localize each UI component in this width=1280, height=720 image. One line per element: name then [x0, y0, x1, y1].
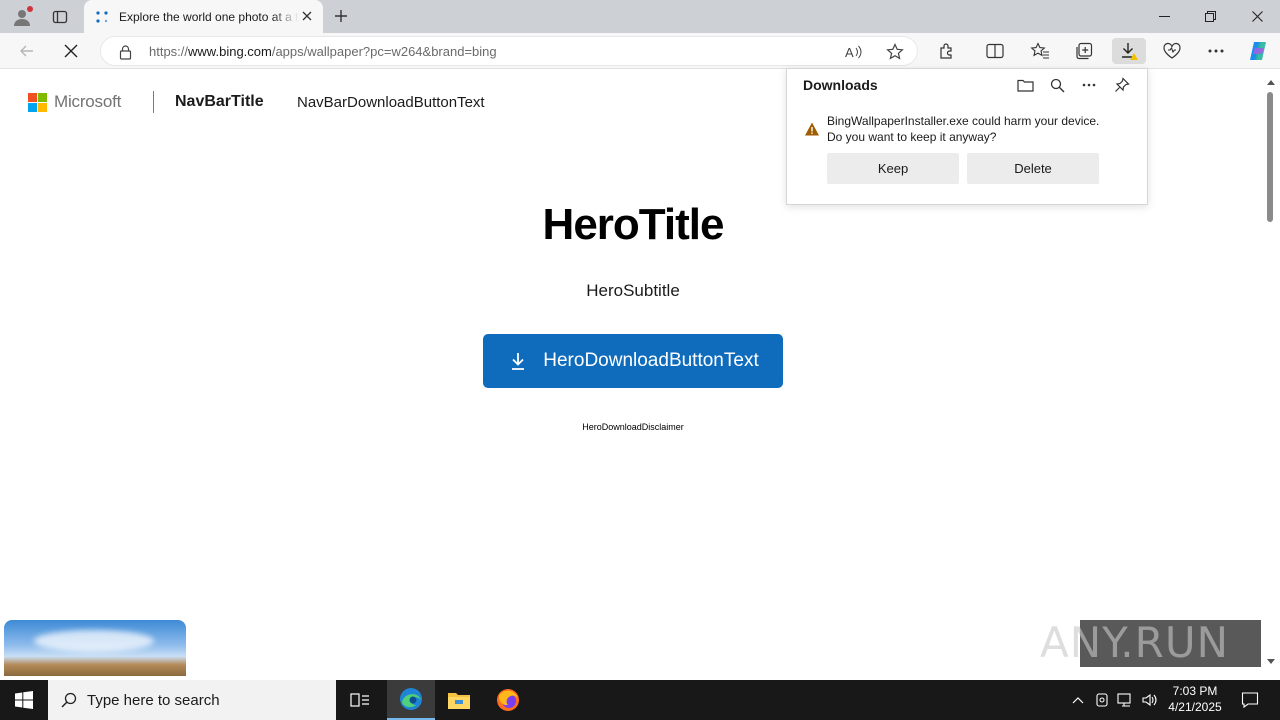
notification-dot	[27, 6, 33, 12]
open-folder-icon[interactable]	[1014, 74, 1036, 96]
show-hidden-icons-icon[interactable]	[1068, 690, 1088, 710]
url-host: www.bing.com	[188, 44, 272, 59]
stop-loading-icon[interactable]	[58, 39, 84, 63]
microsoft-logo-icon	[28, 92, 47, 112]
search-icon	[60, 691, 78, 709]
tab-actions-icon[interactable]	[46, 5, 74, 29]
favorites-icon[interactable]	[1025, 38, 1055, 64]
close-window-icon[interactable]	[1234, 0, 1280, 33]
tab-strip: Explore the world one photo at a time	[0, 0, 1280, 33]
download-warning-message: BingWallpaperInstaller.exe could harm yo…	[827, 113, 1127, 145]
nav-title[interactable]: NavBarTitle	[175, 93, 264, 111]
search-downloads-icon[interactable]	[1046, 74, 1068, 96]
network-icon[interactable]	[1116, 690, 1136, 710]
device-icon[interactable]	[1092, 690, 1112, 710]
keep-button[interactable]: Keep	[827, 153, 959, 184]
windows-logo-icon	[15, 691, 33, 709]
copilot-icon[interactable]	[1243, 38, 1273, 64]
volume-icon[interactable]	[1140, 690, 1160, 710]
new-tab-icon[interactable]	[330, 5, 352, 27]
split-screen-icon[interactable]	[980, 38, 1010, 64]
edge-taskbar-icon[interactable]	[387, 680, 435, 720]
collections-icon[interactable]	[1069, 38, 1099, 64]
firefox-icon[interactable]	[484, 680, 532, 720]
search-placeholder: Type here to search	[87, 691, 220, 709]
svg-text:A: A	[845, 45, 854, 60]
url-prefix: https://	[149, 44, 189, 59]
browser-essentials-icon[interactable]	[1157, 38, 1187, 64]
loading-icon	[94, 9, 110, 25]
url-path: /apps/wallpaper?pc=w264&brand=bing	[271, 44, 497, 59]
scrollbar-thumb[interactable]	[1267, 92, 1273, 222]
extensions-icon[interactable]	[932, 38, 962, 64]
url-text[interactable]: https://www.bing.com/apps/wallpaper?pc=w…	[149, 44, 497, 59]
hero-title: HeroTitle	[542, 200, 725, 249]
downloads-icon[interactable]	[1112, 38, 1146, 64]
tab-title: Explore the world one photo at a time	[119, 9, 299, 24]
downloads-panel: Downloads BingWallpaperInstaller.exe cou…	[786, 68, 1148, 205]
pin-icon[interactable]	[1111, 74, 1133, 96]
taskbar: Type here to search 7:03 PM 4/21/2025	[0, 680, 1280, 720]
system-clock[interactable]: 7:03 PM 4/21/2025	[1163, 683, 1227, 715]
nav-divider	[153, 91, 154, 113]
settings-more-icon[interactable]	[1201, 38, 1231, 64]
lock-icon[interactable]	[117, 44, 133, 60]
taskbar-search[interactable]: Type here to search	[48, 680, 336, 720]
anyrun-watermark: ANY.RUN	[1040, 610, 1265, 670]
hero-subtitle: HeroSubtitle	[586, 281, 680, 300]
scroll-down-icon[interactable]	[1266, 658, 1276, 666]
tab-close-icon[interactable]	[299, 8, 315, 24]
address-toolbar: https://www.bing.com/apps/wallpaper?pc=w…	[0, 33, 1280, 69]
warning-icon	[805, 122, 819, 136]
hero-disclaimer: HeroDownloadDisclaimer	[582, 422, 684, 432]
address-bar[interactable]: https://www.bing.com/apps/wallpaper?pc=w…	[100, 36, 918, 66]
file-explorer-icon[interactable]	[435, 680, 483, 720]
hero-download-label: HeroDownloadButtonText	[543, 350, 759, 371]
thumbnail-cloud	[34, 630, 154, 652]
read-aloud-icon[interactable]: A	[844, 43, 864, 61]
start-button[interactable]	[0, 680, 48, 720]
clock-date: 4/21/2025	[1168, 700, 1222, 714]
download-icon	[507, 350, 529, 372]
warning-line-2: Do you want to keep it anyway?	[827, 130, 997, 144]
minimize-icon[interactable]	[1141, 0, 1187, 33]
downloads-title: Downloads	[803, 77, 878, 93]
nav-download-link[interactable]: NavBarDownloadButtonText	[297, 94, 485, 111]
favorite-star-icon[interactable]	[885, 43, 905, 61]
back-icon[interactable]	[14, 39, 40, 63]
restore-icon[interactable]	[1187, 0, 1233, 33]
microsoft-wordmark: Microsoft	[54, 92, 122, 111]
page-scrollbar[interactable]	[1262, 70, 1280, 676]
delete-button[interactable]: Delete	[967, 153, 1099, 184]
more-options-icon[interactable]	[1078, 74, 1100, 96]
tab-active[interactable]: Explore the world one photo at a time	[84, 0, 323, 33]
wallpaper-thumbnail[interactable]	[4, 620, 186, 676]
watermark-text: ANY.RUN	[1040, 618, 1229, 667]
task-view-icon[interactable]	[336, 680, 384, 720]
hero-download-button[interactable]: HeroDownloadButtonText	[483, 334, 783, 388]
microsoft-logo[interactable]: Microsoft	[28, 92, 121, 112]
scroll-up-icon[interactable]	[1266, 78, 1276, 86]
notification-center-icon[interactable]	[1234, 680, 1266, 720]
clock-time: 7:03 PM	[1172, 684, 1218, 698]
warning-line-1: BingWallpaperInstaller.exe could harm yo…	[827, 114, 1100, 128]
